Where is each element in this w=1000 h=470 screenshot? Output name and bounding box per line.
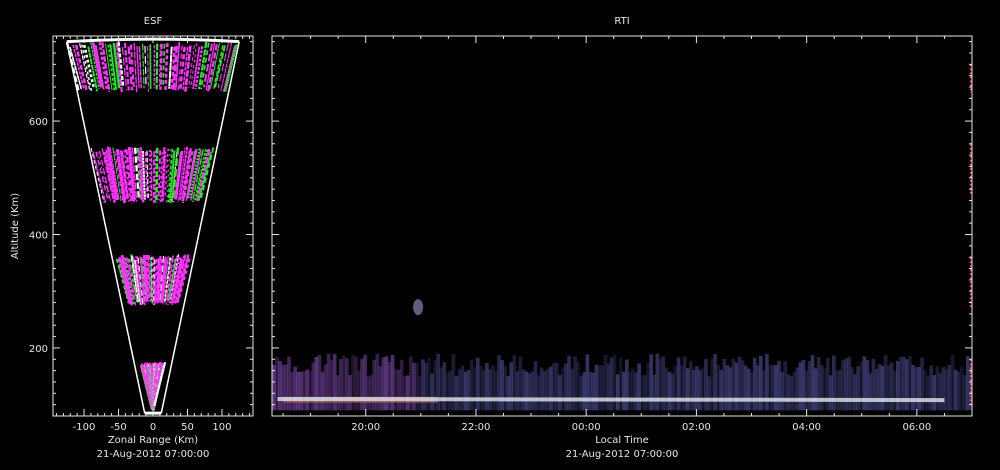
esf-x-tick-label: 100 <box>212 422 231 433</box>
esf-fan-outline <box>66 37 240 415</box>
esf-xlabel: Zonal Range (Km) <box>108 435 198 446</box>
esf-axis-ticks: -100 -50 0 50 100 200 400 600 <box>29 36 253 433</box>
esf-plot-frame <box>52 35 254 417</box>
esf-echo-streak <box>155 147 159 203</box>
esf-footer: 21-Aug-2012 07:00:00 <box>97 449 210 460</box>
esf-echo-streak <box>136 46 140 89</box>
esf-fan-left-edge <box>66 41 146 414</box>
rti-x-tick-label: 22:00 <box>462 422 491 433</box>
esf-y-tick-label: 200 <box>29 344 48 355</box>
esf-echo-streak <box>138 46 143 89</box>
esf-echo-streak <box>142 43 145 89</box>
rti-x-tick-label: 20:00 <box>351 422 380 433</box>
rti-x-tick-label: 02:00 <box>682 422 711 433</box>
esf-x-tick-label: -100 <box>73 422 96 433</box>
esf-echo-streak <box>162 43 166 88</box>
rti-e-region-trace <box>277 396 945 403</box>
esf-echo-streak <box>184 45 192 92</box>
esf-echo-layer <box>65 41 238 411</box>
esf-x-tick-label: 0 <box>150 422 156 433</box>
rti-spot-feature <box>413 299 424 316</box>
chart-canvas: ESF -100 -50 0 50 100 200 400 600 Altitude (Km)… <box>10 16 973 460</box>
rti-footer: 21-Aug-2012 07:00:00 <box>566 449 679 460</box>
esf-echo-streak <box>148 150 152 201</box>
rti-x-tick-label: 00:00 <box>572 422 601 433</box>
esf-ylabel: Altitude (Km) <box>10 193 21 259</box>
rti-echo-layer <box>272 64 973 411</box>
esf-y-tick-label: 600 <box>29 117 48 128</box>
esf-echo-streak <box>144 45 147 88</box>
rti-xlabel: Local Time <box>595 435 649 446</box>
rti-panel: RTI 20:00 22:00 00:00 02:00 04:00 06:00 Local… <box>271 16 973 460</box>
esf-x-tick-label: 50 <box>181 422 194 433</box>
esf-echo-streak <box>164 43 169 91</box>
esf-y-tick-label: 400 <box>29 231 48 242</box>
rti-x-tick-label: 06:00 <box>902 422 931 433</box>
esf-title: ESF <box>144 16 163 27</box>
esf-x-tick-label: -50 <box>110 422 126 433</box>
esf-echo-streak <box>157 150 162 201</box>
esf-fan-right-edge <box>160 41 240 414</box>
esf-echo-streak <box>155 43 159 90</box>
esf-panel: ESF -100 -50 0 50 100 200 400 600 Altitude (Km)… <box>10 16 254 460</box>
rti-title: RTI <box>614 16 629 27</box>
esf-echo-streak <box>147 46 149 92</box>
rti-x-tick-label: 04:00 <box>792 422 821 433</box>
